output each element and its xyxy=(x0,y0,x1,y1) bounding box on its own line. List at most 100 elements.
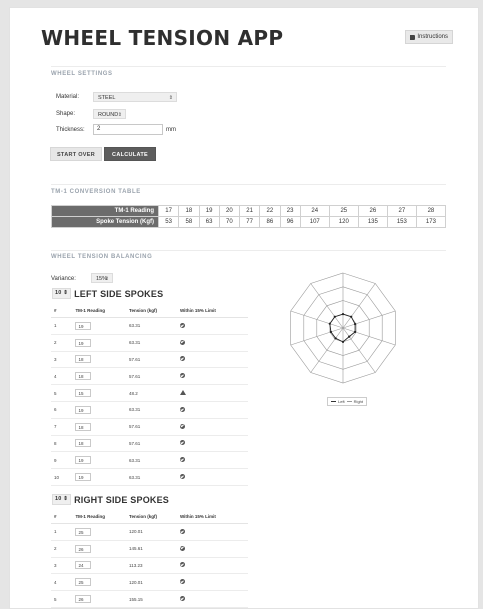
reading-input[interactable]: 24 xyxy=(75,561,92,570)
radar-point xyxy=(354,323,357,326)
material-select[interactable]: STEEL ⇕ xyxy=(93,92,177,102)
tension-cell: 63 xyxy=(198,216,220,228)
limit-status xyxy=(176,384,248,402)
book-icon xyxy=(410,34,416,40)
left-count-select[interactable]: 10 ⇕ xyxy=(52,288,72,299)
conversion-table: TM-1 Reading 17 18 19 20 21 22 23 24 25 … xyxy=(51,205,447,228)
instructions-button[interactable]: Instructions xyxy=(405,30,453,44)
reading-cell: 27 xyxy=(386,205,417,217)
tension-value: 63.31 xyxy=(126,468,177,486)
limit-status xyxy=(176,334,248,352)
spoke-number: 8 xyxy=(51,435,73,453)
column-header: TM-1 Reading xyxy=(72,510,127,524)
reading-cell: 19 xyxy=(72,451,127,470)
start-over-button[interactable]: START OVER xyxy=(50,147,102,161)
reading-input[interactable]: 19 xyxy=(75,473,92,482)
app-title: WHEEL TENSION APP xyxy=(41,26,284,50)
tension-value: 155.15 xyxy=(126,590,177,608)
select-caret-icon: ⇕ xyxy=(117,112,122,118)
material-label: Material: xyxy=(56,94,80,100)
shape-value: ROUND xyxy=(98,112,119,118)
check-circle-icon xyxy=(179,562,185,568)
spoke-number: 10 xyxy=(51,468,73,486)
reading-input[interactable]: 18 xyxy=(75,439,92,448)
table-row: 4 25 120.01 xyxy=(51,573,248,592)
table-row: 10 19 63.31 xyxy=(51,468,248,486)
material-value: STEEL xyxy=(98,95,116,101)
tension-cell: 70 xyxy=(218,216,241,228)
reading-cell: 17 xyxy=(157,205,180,217)
calculate-button[interactable]: CALCULATE xyxy=(104,147,156,161)
reading-cell: 26 xyxy=(72,540,127,558)
radar-point xyxy=(333,315,336,318)
column-header: # xyxy=(51,510,73,524)
tension-cell: 120 xyxy=(328,216,359,228)
thickness-label: Thickness: xyxy=(56,127,85,133)
reading-cell: 18 xyxy=(72,367,127,386)
table-row: 5 15 48.2 xyxy=(51,384,248,402)
radar-point xyxy=(348,335,351,338)
table-row: 3 24 113.23 xyxy=(51,557,248,575)
thickness-unit: mm xyxy=(166,127,176,133)
reading-cell: 22 xyxy=(259,205,281,217)
reading-cell: 18 xyxy=(178,205,200,217)
right-count-select[interactable]: 10 ⇕ xyxy=(52,494,72,505)
reading-input[interactable]: 19 xyxy=(75,405,92,414)
spoke-number: 9 xyxy=(51,451,73,470)
tension-value: 120.01 xyxy=(126,573,177,592)
check-circle-icon xyxy=(179,545,185,551)
reading-input[interactable]: 19 xyxy=(75,338,92,347)
reading-cell: 18 xyxy=(72,351,127,369)
radar-point xyxy=(334,337,337,340)
tension-value: 113.23 xyxy=(126,557,177,575)
column-header: # xyxy=(51,304,73,318)
tension-value: 63.31 xyxy=(126,334,177,352)
reading-input[interactable]: 18 xyxy=(75,355,92,364)
reading-input[interactable]: 18 xyxy=(75,372,92,381)
select-caret-icon: ⇕ xyxy=(104,276,109,282)
reading-input[interactable]: 19 xyxy=(75,321,92,330)
variance-select[interactable]: 15% ⇕ xyxy=(91,273,113,283)
reading-cell: 18 xyxy=(72,418,127,436)
tension-cell: 135 xyxy=(357,216,388,228)
reading-input[interactable]: 15 xyxy=(75,389,92,398)
check-circle-icon xyxy=(179,457,185,463)
shape-select[interactable]: ROUND ⇕ xyxy=(93,109,126,119)
radar-spoke-axis xyxy=(310,283,344,329)
table-row: 1 19 63.31 xyxy=(51,317,248,335)
table-row: 8 18 57.61 xyxy=(51,435,248,453)
reading-input[interactable]: 26 xyxy=(75,595,92,604)
table-row: 7 18 57.61 xyxy=(51,418,248,436)
right-count-value: 10 xyxy=(55,496,62,502)
reading-input[interactable]: 26 xyxy=(75,544,92,553)
reading-cell: 25 xyxy=(72,523,127,541)
tension-value: 120.01 xyxy=(126,523,177,541)
reading-cell: 26 xyxy=(357,205,388,217)
tension-radar-chart xyxy=(290,272,396,384)
reading-input[interactable]: 19 xyxy=(75,456,92,465)
reading-input[interactable]: 25 xyxy=(75,578,92,587)
select-caret-icon: ⇕ xyxy=(168,95,173,101)
column-header: Within 15% Limit xyxy=(176,510,248,524)
left-side-heading: 10 ⇕ LEFT SIDE SPOKES xyxy=(52,288,163,299)
wheel-settings-heading: WHEEL SETTINGS xyxy=(51,71,113,77)
reading-cell: 19 xyxy=(72,334,127,352)
spoke-number: 1 xyxy=(51,317,73,335)
spoke-number: 4 xyxy=(51,367,73,386)
reading-cell: 18 xyxy=(72,435,127,453)
tension-value: 63.31 xyxy=(126,401,177,419)
column-header: Tension (kgf) xyxy=(126,304,177,318)
table-row: 2 19 63.31 xyxy=(51,334,248,352)
reading-input[interactable]: 25 xyxy=(75,527,92,536)
variance-label: Variance: xyxy=(51,276,76,282)
radar-point xyxy=(354,330,357,333)
spoke-number: 5 xyxy=(51,590,73,608)
check-circle-icon xyxy=(179,339,185,345)
thickness-input[interactable]: 2 xyxy=(93,124,163,135)
limit-status xyxy=(176,523,248,541)
reading-input[interactable]: 18 xyxy=(75,422,92,431)
spoke-number: 5 xyxy=(51,384,73,402)
tension-cell: 77 xyxy=(238,216,261,228)
table-row: 3 18 57.61 xyxy=(51,351,248,369)
check-circle-icon xyxy=(179,579,185,585)
